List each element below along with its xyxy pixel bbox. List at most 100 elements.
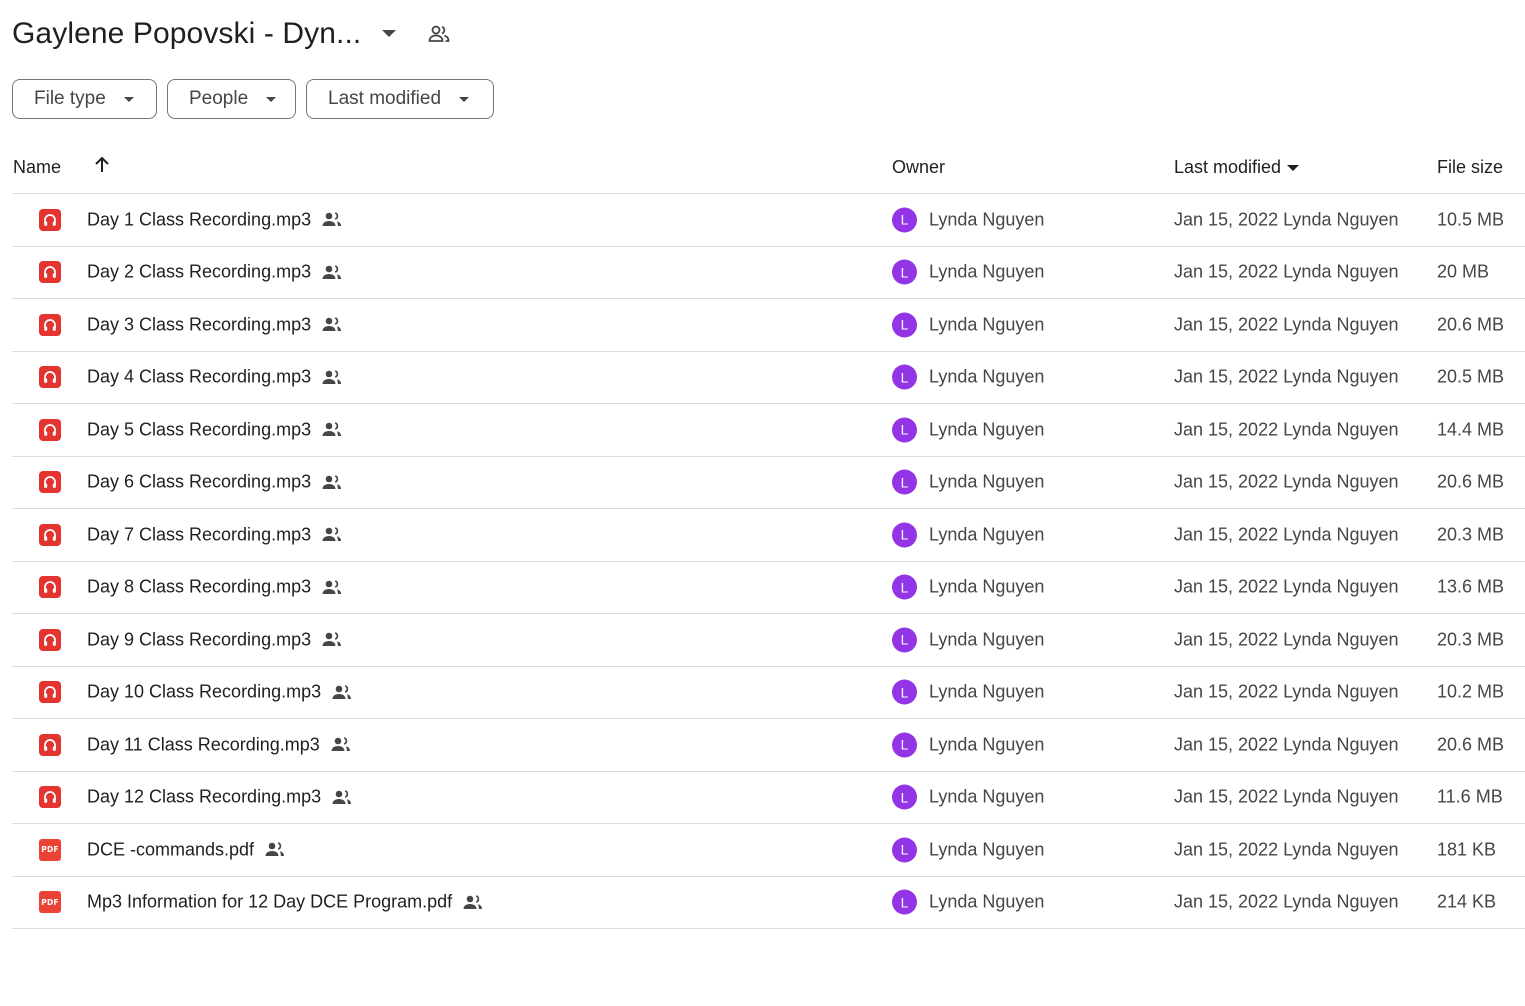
- owner-name: Lynda Nguyen: [929, 209, 1045, 230]
- owner-name: Lynda Nguyen: [929, 314, 1045, 335]
- file-name[interactable]: Day 10 Class Recording.mp3: [87, 682, 321, 703]
- owner-name: Lynda Nguyen: [929, 786, 1045, 807]
- file-name-cell: Day 11 Class Recording.mp3: [87, 734, 352, 755]
- people-filter[interactable]: People: [167, 79, 296, 119]
- last-modified-cell: Jan 15, 2022 Lynda Nguyen: [1174, 261, 1399, 282]
- file-name[interactable]: Day 9 Class Recording.mp3: [87, 629, 311, 650]
- shared-icon: [321, 212, 343, 228]
- arrow-drop-down-icon: [266, 96, 277, 102]
- avatar: L: [892, 574, 917, 600]
- file-name-cell: Day 9 Class Recording.mp3: [87, 629, 343, 650]
- file-row[interactable]: Day 9 Class Recording.mp3 L Lynda Nguyen Ja…: [12, 614, 1525, 667]
- file-size-cell: 20.5 MB: [1437, 366, 1505, 387]
- shared-icon: [321, 264, 343, 280]
- avatar: L: [892, 732, 917, 758]
- file-name[interactable]: Day 5 Class Recording.mp3: [87, 419, 311, 440]
- arrow-drop-down-icon: [459, 96, 470, 102]
- shared-icon: [321, 632, 343, 648]
- file-name[interactable]: Day 6 Class Recording.mp3: [87, 472, 311, 493]
- file-size-cell: 20.3 MB: [1437, 629, 1505, 650]
- file-name[interactable]: Day 12 Class Recording.mp3: [87, 787, 321, 808]
- owner-cell: L Lynda Nguyen: [892, 784, 1045, 810]
- owner-name: Lynda Nguyen: [929, 681, 1045, 702]
- file-row[interactable]: Day 3 Class Recording.mp3 L Lynda Nguyen Ja…: [12, 299, 1525, 352]
- avatar: L: [892, 364, 917, 390]
- owner-name: Lynda Nguyen: [929, 471, 1045, 492]
- shared-folder-icon[interactable]: [427, 22, 451, 46]
- filter-bar: File type People Last modified: [12, 79, 494, 119]
- last-modified-cell: Jan 15, 2022 Lynda Nguyen: [1174, 419, 1399, 440]
- shared-icon: [321, 422, 343, 438]
- file-name[interactable]: Day 11 Class Recording.mp3: [87, 734, 320, 755]
- owner-name: Lynda Nguyen: [929, 839, 1045, 860]
- file-name[interactable]: Day 4 Class Recording.mp3: [87, 367, 311, 388]
- audio-file-icon: [38, 523, 62, 547]
- folder-title[interactable]: Gaylene Popovski - Dyn...: [12, 17, 361, 51]
- file-name[interactable]: DCE -commands.pdf: [87, 839, 254, 860]
- owner-name: Lynda Nguyen: [929, 576, 1045, 597]
- file-name-cell: Day 5 Class Recording.mp3: [87, 419, 343, 440]
- file-name[interactable]: Day 8 Class Recording.mp3: [87, 577, 311, 598]
- file-name-cell: Day 4 Class Recording.mp3: [87, 367, 343, 388]
- file-rows: Day 1 Class Recording.mp3 L Lynda Nguyen Ja…: [12, 194, 1525, 929]
- people-filter-label: People: [189, 88, 249, 109]
- file-name[interactable]: Day 7 Class Recording.mp3: [87, 524, 311, 545]
- last-modified-filter[interactable]: Last modified: [306, 79, 494, 119]
- column-header-last-modified[interactable]: Last modified: [1174, 157, 1300, 178]
- avatar: L: [892, 207, 917, 233]
- audio-file-icon: [38, 418, 62, 442]
- file-row[interactable]: Day 8 Class Recording.mp3 L Lynda Nguyen Ja…: [12, 562, 1525, 614]
- file-name-cell: Day 2 Class Recording.mp3: [87, 262, 343, 283]
- audio-file-icon: [38, 260, 62, 284]
- file-name-cell: Day 12 Class Recording.mp3: [87, 787, 353, 808]
- file-type-filter[interactable]: File type: [12, 79, 157, 119]
- file-name[interactable]: Day 1 Class Recording.mp3: [87, 209, 311, 230]
- file-type-filter-label: File type: [34, 88, 106, 109]
- shared-icon: [331, 684, 353, 700]
- file-name[interactable]: Mp3 Information for 12 Day DCE Program.p…: [87, 892, 452, 913]
- owner-name: Lynda Nguyen: [929, 629, 1045, 650]
- file-name-cell: Day 10 Class Recording.mp3: [87, 682, 353, 703]
- owner-name: Lynda Nguyen: [929, 419, 1045, 440]
- column-header-name[interactable]: Name: [13, 157, 61, 178]
- folder-header: Gaylene Popovski - Dyn...: [12, 12, 451, 56]
- file-size-cell: 13.6 MB: [1437, 576, 1505, 597]
- avatar: L: [892, 312, 917, 338]
- shared-icon: [321, 369, 343, 385]
- column-header-owner: Owner: [892, 157, 946, 177]
- pdf-label: PDF: [39, 838, 61, 861]
- audio-file-icon: [38, 208, 62, 232]
- file-row[interactable]: Day 5 Class Recording.mp3 L Lynda Nguyen Ja…: [12, 404, 1525, 457]
- arrow-up-icon[interactable]: [92, 155, 112, 175]
- owner-cell: L Lynda Nguyen: [892, 627, 1045, 653]
- file-row[interactable]: Day 7 Class Recording.mp3 L Lynda Nguyen Ja…: [12, 509, 1525, 562]
- avatar: L: [892, 417, 917, 443]
- last-modified-cell: Jan 15, 2022 Lynda Nguyen: [1174, 629, 1399, 650]
- owner-cell: L Lynda Nguyen: [892, 522, 1044, 548]
- file-name[interactable]: Day 3 Class Recording.mp3: [87, 314, 311, 335]
- file-row[interactable]: PDF DCE -commands.pdf L Lynda Nguyen Jan 15,…: [12, 824, 1525, 877]
- file-name[interactable]: Day 2 Class Recording.mp3: [87, 262, 311, 283]
- last-modified-cell: Jan 15, 2022 Lynda Nguyen: [1174, 734, 1399, 755]
- file-row[interactable]: Day 2 Class Recording.mp3 L Lynda Nguyen Ja…: [12, 247, 1525, 299]
- file-name-cell: Day 6 Class Recording.mp3: [87, 472, 343, 493]
- owner-name: Lynda Nguyen: [929, 261, 1045, 282]
- last-modified-cell: Jan 15, 2022 Lynda Nguyen: [1174, 471, 1399, 492]
- file-size-cell: 181 KB: [1437, 839, 1497, 860]
- pdf-file-icon: PDF: [38, 890, 62, 914]
- file-row[interactable]: PDF Mp3 Information for 12 Day DCE Progra…: [12, 877, 1525, 929]
- file-list: Name Owner Last modified File size Day 1…: [12, 141, 1525, 929]
- file-row[interactable]: Day 10 Class Recording.mp3 L Lynda Nguyen J…: [12, 667, 1525, 719]
- audio-file-icon: [38, 733, 62, 757]
- owner-cell: L Lynda Nguyen: [892, 417, 1045, 443]
- arrow-drop-down-icon[interactable]: [379, 24, 399, 44]
- file-size-cell: 14.4 MB: [1437, 419, 1505, 440]
- shared-icon: [321, 527, 343, 543]
- arrow-drop-down-icon: [1287, 164, 1300, 171]
- file-row[interactable]: Day 11 Class Recording.mp3 L Lynda Nguyen J…: [12, 719, 1525, 772]
- file-row[interactable]: Day 4 Class Recording.mp3 L Lynda Nguyen Ja…: [12, 352, 1525, 404]
- file-row[interactable]: Day 12 Class Recording.mp3 L Lynda Nguyen J…: [12, 772, 1525, 824]
- audio-file-icon: [38, 628, 62, 652]
- file-row[interactable]: Day 6 Class Recording.mp3 L Lynda Nguyen Ja…: [12, 457, 1525, 509]
- file-row[interactable]: Day 1 Class Recording.mp3 L Lynda Nguyen Ja…: [12, 194, 1525, 247]
